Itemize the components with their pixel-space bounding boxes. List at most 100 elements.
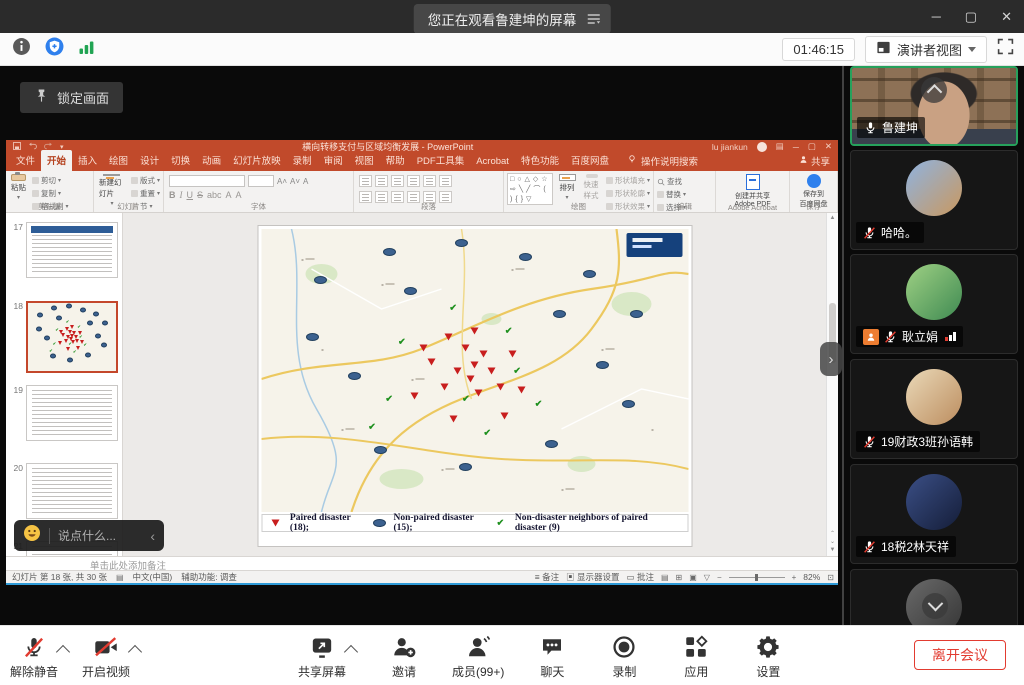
ppt-account-avatar[interactable] <box>757 142 767 152</box>
slide-thumbnail-20[interactable]: 20 <box>6 463 118 519</box>
fit-slide-icon[interactable]: ⊡ <box>827 573 834 582</box>
sidebar-collapse-handle[interactable]: › <box>820 342 842 376</box>
quick-styles-button[interactable]: 快速样式 <box>582 173 602 202</box>
ppt-tab-文件[interactable]: 文件 <box>10 150 41 171</box>
maximize-button[interactable]: ▢ <box>965 10 977 23</box>
share-options-chevron[interactable] <box>344 645 358 659</box>
emoji-icon[interactable] <box>23 524 41 547</box>
ppt-tab-审阅[interactable]: 审阅 <box>318 150 349 171</box>
collapse-tile-button[interactable] <box>921 77 947 103</box>
participant-tile-鲁建坤[interactable]: 鲁建坤 <box>850 66 1018 146</box>
chat-quick-input[interactable]: 说点什么... ‹ <box>14 520 164 551</box>
paragraph-tool[interactable] <box>423 175 436 187</box>
paragraph-tool[interactable] <box>375 175 388 187</box>
slide-thumbnail-panel[interactable]: 1718✔✔✔✔✔✔✔✔✔192021 <box>6 213 123 556</box>
slide-thumbnail-19[interactable]: 19 <box>6 385 118 441</box>
ppt-tab-帮助[interactable]: 帮助 <box>380 150 411 171</box>
arrange-button[interactable]: 排列▾ <box>557 173 578 202</box>
ppt-share-button[interactable]: 共享 <box>799 154 838 171</box>
start-video-button[interactable]: 开启视频 <box>82 626 130 680</box>
new-slide-button[interactable]: 新建幻灯片▾ <box>97 173 127 202</box>
ribbon-item-版式[interactable]: 版式▾ <box>131 175 160 186</box>
tell-me-search[interactable]: 操作说明搜索 <box>627 154 698 171</box>
ribbon-item-形状填充[interactable]: 形状填充▾ <box>606 175 650 186</box>
video-options-chevron[interactable] <box>128 645 142 659</box>
apps-button[interactable]: 应用 <box>672 626 720 680</box>
normal-view-icon[interactable]: ▤ <box>661 573 669 582</box>
chat-placeholder[interactable]: 说点什么... <box>58 527 142 544</box>
comments-toggle[interactable]: ▭ 批注 <box>627 571 654 583</box>
zoom-out-icon[interactable]: − <box>717 573 722 582</box>
close-button[interactable]: ✕ <box>1001 10 1012 23</box>
watching-banner[interactable]: 您正在观看鲁建坤的屏幕 <box>414 4 611 34</box>
font-style-abc-button[interactable]: abc <box>207 190 222 200</box>
participant-tile-哈哈。[interactable]: 哈哈。 <box>850 150 1018 250</box>
paragraph-tool[interactable] <box>391 175 404 187</box>
ribbon-item-替换[interactable]: 替换▾ <box>657 189 712 200</box>
font-style-U-button[interactable]: U <box>187 190 194 200</box>
zoom-slider[interactable] <box>729 577 785 578</box>
font-size-box[interactable] <box>248 175 274 187</box>
font-style-A-button[interactable]: A <box>226 190 232 200</box>
notes-toggle[interactable]: ≡ 备注 <box>535 571 559 583</box>
settings-button[interactable]: 设置 <box>744 626 792 680</box>
ppt-tab-PDF工具集[interactable]: PDF工具集 <box>411 150 471 171</box>
thumbnail-image[interactable]: ✔✔✔✔✔✔✔✔✔ <box>26 301 118 373</box>
paragraph-tool[interactable] <box>407 175 420 187</box>
display-settings-button[interactable]: ▣ 显示器设置 <box>566 571 619 583</box>
record-button[interactable]: 录制 <box>600 626 648 680</box>
ppt-tab-视图[interactable]: 视图 <box>349 150 380 171</box>
meeting-info-icon[interactable] <box>12 37 31 61</box>
slideshow-icon[interactable]: ▽ <box>704 573 710 582</box>
ppt-tab-幻灯片放映[interactable]: 幻灯片放映 <box>227 150 287 171</box>
lock-view-button[interactable]: 锁定画面 <box>20 82 123 113</box>
ppt-tab-开始[interactable]: 开始 <box>41 150 72 171</box>
minimize-button[interactable]: ─ <box>932 10 941 23</box>
network-signal-icon[interactable] <box>78 38 95 60</box>
sidebar-splitter[interactable] <box>842 66 844 625</box>
security-shield-icon[interactable] <box>45 37 64 61</box>
ppt-tab-录制[interactable]: 录制 <box>287 150 318 171</box>
banner-menu-icon[interactable] <box>586 13 600 25</box>
audio-options-chevron[interactable] <box>56 645 70 659</box>
ppt-tab-动画[interactable]: 动画 <box>196 150 227 171</box>
slide-thumbnail-18[interactable]: 18✔✔✔✔✔✔✔✔✔ <box>6 301 118 373</box>
font-style-A-button[interactable]: A <box>236 190 242 200</box>
thumbnail-image[interactable] <box>26 222 118 278</box>
ppt-tab-特色功能[interactable]: 特色功能 <box>515 150 565 171</box>
ppt-restore-button[interactable]: ▢ <box>808 141 816 152</box>
collapse-chat-icon[interactable]: ‹ <box>150 528 155 544</box>
ppt-tab-绘图[interactable]: 绘图 <box>103 150 134 171</box>
ribbon-item-复制[interactable]: 复制▾ <box>32 188 69 199</box>
thumbnail-image[interactable] <box>26 385 118 441</box>
thumbnail-image[interactable] <box>26 463 118 519</box>
ppt-ribbon-options-icon[interactable]: ▤ <box>776 141 784 152</box>
paragraph-tool[interactable] <box>439 175 452 187</box>
participant-tile-18税2林天祥[interactable]: 18税2林天祥 <box>850 464 1018 564</box>
notes-pane[interactable]: 单击此处添加备注 <box>6 556 838 570</box>
font-style-B-button[interactable]: B <box>169 190 176 200</box>
ribbon-item-剪切[interactable]: 剪切▾ <box>32 175 69 186</box>
zoom-level[interactable]: 82% <box>803 572 820 582</box>
ppt-tab-设计[interactable]: 设计 <box>134 150 165 171</box>
font-style-I-button[interactable]: I <box>180 190 183 200</box>
members-button[interactable]: 成员(99+) <box>452 626 504 680</box>
ppt-scrollbar[interactable]: ▲ ⌃⌄▼ <box>826 213 838 556</box>
font-name-box[interactable] <box>169 175 245 187</box>
paste-button[interactable]: 粘贴▾ <box>9 173 28 202</box>
accessibility-status[interactable]: 辅助功能: 调查 <box>181 571 237 583</box>
ppt-close-button[interactable]: ✕ <box>825 141 832 152</box>
participant-tile-耿立娟[interactable]: 耿立娟 <box>850 254 1018 354</box>
leave-meeting-button[interactable]: 离开会议 <box>914 640 1006 670</box>
invite-button[interactable]: 邀请 <box>380 626 428 680</box>
chat-button[interactable]: 聊天 <box>528 626 576 680</box>
ppt-tab-切换[interactable]: 切换 <box>165 150 196 171</box>
ribbon-item-查找[interactable]: 查找 <box>657 176 712 187</box>
font-style-S-button[interactable]: S <box>197 190 203 200</box>
reading-view-icon[interactable]: ▣ <box>689 573 697 582</box>
ppt-tab-百度网盘[interactable]: 百度网盘 <box>565 150 615 171</box>
ribbon-item-重置[interactable]: 重置▾ <box>131 188 160 199</box>
ppt-tab-Acrobat[interactable]: Acrobat <box>470 153 515 171</box>
ribbon-item-形状轮廓[interactable]: 形状轮廓▾ <box>606 188 650 199</box>
ppt-tab-插入[interactable]: 插入 <box>72 150 103 171</box>
